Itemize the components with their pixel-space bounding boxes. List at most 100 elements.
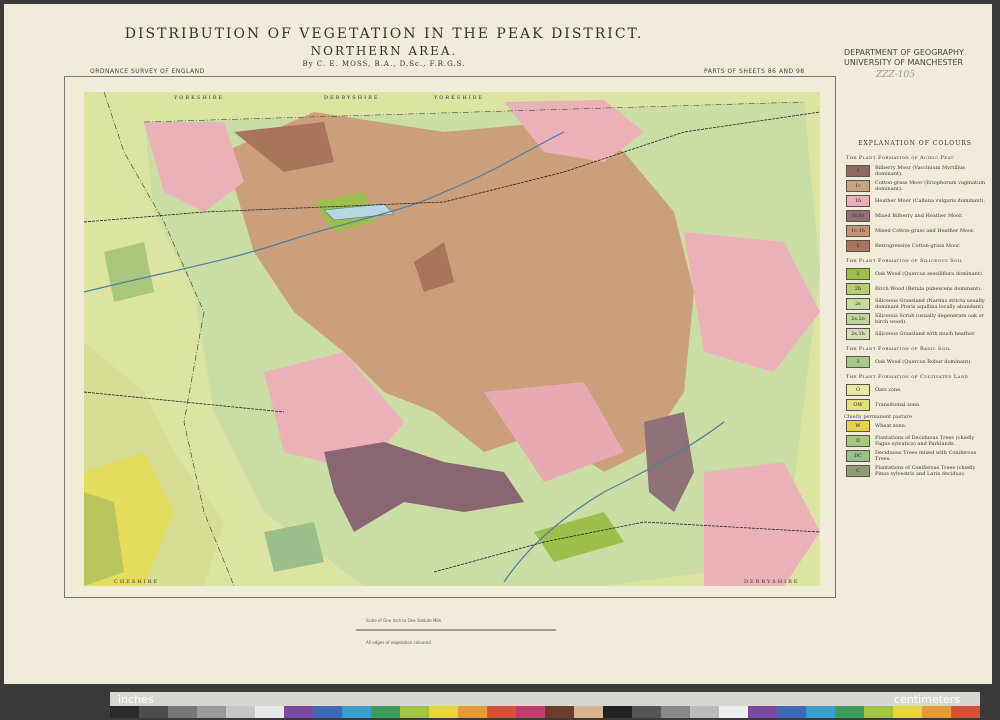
legend-item: 1 Bilberry Moor (Vaccinium Myrtillus domi… <box>846 165 990 177</box>
color-chip <box>226 706 255 718</box>
legend-item: OW Transitional zone. <box>846 399 990 411</box>
scale-bar <box>356 629 556 631</box>
legend-body: The Plant Formation of Acidic Peat 1 Bilbe… <box>840 155 990 477</box>
color-chip <box>400 706 429 718</box>
department-line-1: DEPARTMENT OF GEOGRAPHY <box>844 48 964 57</box>
color-chip <box>951 706 980 718</box>
legend-section-title: The Plant Formation of Siliceous Soil <box>846 258 963 264</box>
county-label-2: DERBYSHIRE <box>324 95 380 101</box>
legend-label: Transitional zone. <box>875 402 921 408</box>
county-label-4: CHESHIRE <box>114 579 159 585</box>
inches-label: inches <box>118 693 154 706</box>
legend-swatch: 1 <box>846 240 870 252</box>
legend-item: DC Deciduous Trees mixed with Coniferous … <box>846 450 990 462</box>
color-chip <box>429 706 458 718</box>
legend-item: 1v.1c Mixed Bilberry and Heather Moor. <box>846 210 990 222</box>
legend-label: Siliceous Grassland (Nardus stricta usua… <box>875 298 985 310</box>
legend-swatch: W <box>846 420 870 432</box>
color-chip <box>545 706 574 718</box>
color-chip <box>922 706 951 718</box>
color-chip <box>632 706 661 718</box>
legend-label: Birch Wood (Betula pubescens dominant). <box>875 286 982 292</box>
color-chip <box>313 706 342 718</box>
legend-label: Plantations of Coniferous Trees (chiefly… <box>875 465 976 477</box>
legend-label: Siliceous Scrub (usually degenerate oak … <box>875 313 984 325</box>
legend-label: Plantations of Deciduous Trees (chiefly … <box>875 435 975 447</box>
color-chip <box>139 706 168 718</box>
color-chip <box>284 706 313 718</box>
legend-item: 2b Birch Wood (Betula pubescens dominant)… <box>846 283 990 295</box>
legend-label: Oak Wood (Quercus Robur dominant). <box>875 359 972 365</box>
legend-label: Oats zone. <box>875 387 902 393</box>
color-chip <box>342 706 371 718</box>
legend-swatch: 1c <box>846 180 870 192</box>
legend-item: W Wheat zone. <box>846 420 990 432</box>
color-chip <box>603 706 632 718</box>
legend-swatch: 3 <box>846 356 870 368</box>
color-chip <box>748 706 777 718</box>
legend-swatch: 2s.2o <box>846 313 870 325</box>
color-chip <box>168 706 197 718</box>
legend-item: O Oats zone. <box>846 384 990 396</box>
legend-swatch: OW <box>846 399 870 411</box>
legend: EXPLANATION OF COLOURS The Plant Formati… <box>840 140 990 480</box>
survey-label: ORDNANCE SURVEY OF ENGLAND <box>90 68 205 75</box>
color-chip <box>893 706 922 718</box>
legend-swatch: 1c.1h <box>846 225 870 237</box>
department-line-2: UNIVERSITY OF MANCHESTER <box>844 58 964 67</box>
color-chip <box>690 706 719 718</box>
color-chip <box>864 706 893 718</box>
map-author: By C. E. MOSS, B.A., D.Sc., F.R.G.S. <box>302 60 466 68</box>
legend-label: Cotton-grass Moor (Eriophorum vaginatum … <box>875 180 985 192</box>
legend-item: 2s.1h Siliceous Grassland with much heath… <box>846 328 990 340</box>
county-label-5: DERBYSHIRE <box>744 579 800 585</box>
legend-item: 2 Oak Wood (Quercus sessiliflora dominant… <box>846 268 990 280</box>
legend-section-title: The Plant Formation of Basic Soil <box>846 346 951 352</box>
legend-label: Bilberry Moor (Vaccinium Myrtillus domin… <box>875 165 965 177</box>
legend-swatch: D <box>846 435 870 447</box>
legend-label: Mixed Cotton-grass and Heather Moor. <box>875 228 975 234</box>
legend-label: Retrogressive Cotton-grass Moor. <box>875 243 961 249</box>
county-label-1: YORKSHIRE <box>173 95 224 101</box>
color-chip <box>197 706 226 718</box>
color-chip <box>835 706 864 718</box>
legend-label: Heather Moor (Calluna vulgaris dominant)… <box>875 198 986 204</box>
edges-note: All edges of vegetation coloured. <box>366 640 433 645</box>
county-label-3: YORKSHIRE <box>433 95 484 101</box>
color-chip <box>661 706 690 718</box>
legend-item: 1c.1h Mixed Cotton-grass and Heather Moor… <box>846 225 990 237</box>
scale-label: Scale of One Inch to One Statute Mile <box>366 618 442 623</box>
sheets-label: PARTS OF SHEETS 86 AND 98 <box>704 68 805 75</box>
color-chip <box>255 706 284 718</box>
legend-label: Deciduous Trees mixed with Coniferous Tr… <box>875 450 977 462</box>
legend-section-title: The Plant Formation of Cultivated Land <box>846 374 969 380</box>
legend-section-title: The Plant Formation of Acidic Peat <box>846 155 954 161</box>
pencil-reference: ZZZ-105 <box>876 70 915 80</box>
color-chip <box>110 706 139 718</box>
legend-swatch: 1 <box>846 165 870 177</box>
legend-label: Oak Wood (Quercus sessiliflora dominant)… <box>875 271 984 277</box>
vegetation-map[interactable]: YORKSHIRE DERBYSHIRE YORKSHIRE CHESHIRE … <box>84 92 820 586</box>
legend-item: 1c Cotton-grass Moor (Eriophorum vaginatu… <box>846 180 990 192</box>
legend-label: Mixed Bilberry and Heather Moor. <box>875 213 963 219</box>
legend-swatch: 2s <box>846 298 870 310</box>
legend-swatch: DC <box>846 450 870 462</box>
legend-item: C Plantations of Coniferous Trees (chiefl… <box>846 465 990 477</box>
color-chip <box>516 706 545 718</box>
color-chip <box>719 706 748 718</box>
department-stamp: DEPARTMENT OF GEOGRAPHY UNIVERSITY OF MA… <box>844 48 984 68</box>
legend-item: 2s.2o Siliceous Scrub (usually degenerate… <box>846 313 990 325</box>
centimeters-label: centimeters <box>894 693 960 706</box>
legend-item: 2s Siliceous Grassland (Nardus stricta us… <box>846 298 990 310</box>
color-chip <box>806 706 835 718</box>
legend-swatch: 2 <box>846 268 870 280</box>
legend-swatch: C <box>846 465 870 477</box>
legend-swatch: O <box>846 384 870 396</box>
map-title: DISTRIBUTION OF VEGETATION IN THE PEAK D… <box>124 26 644 42</box>
color-chip <box>574 706 603 718</box>
legend-swatch: 2s.1h <box>846 328 870 340</box>
map-subtitle: NORTHERN AREA. <box>310 44 458 58</box>
legend-label: Siliceous Grassland with much heather. <box>875 331 976 337</box>
legend-swatch: 1h <box>846 195 870 207</box>
legend-item: 1h Heather Moor (Calluna vulgaris dominan… <box>846 195 990 207</box>
